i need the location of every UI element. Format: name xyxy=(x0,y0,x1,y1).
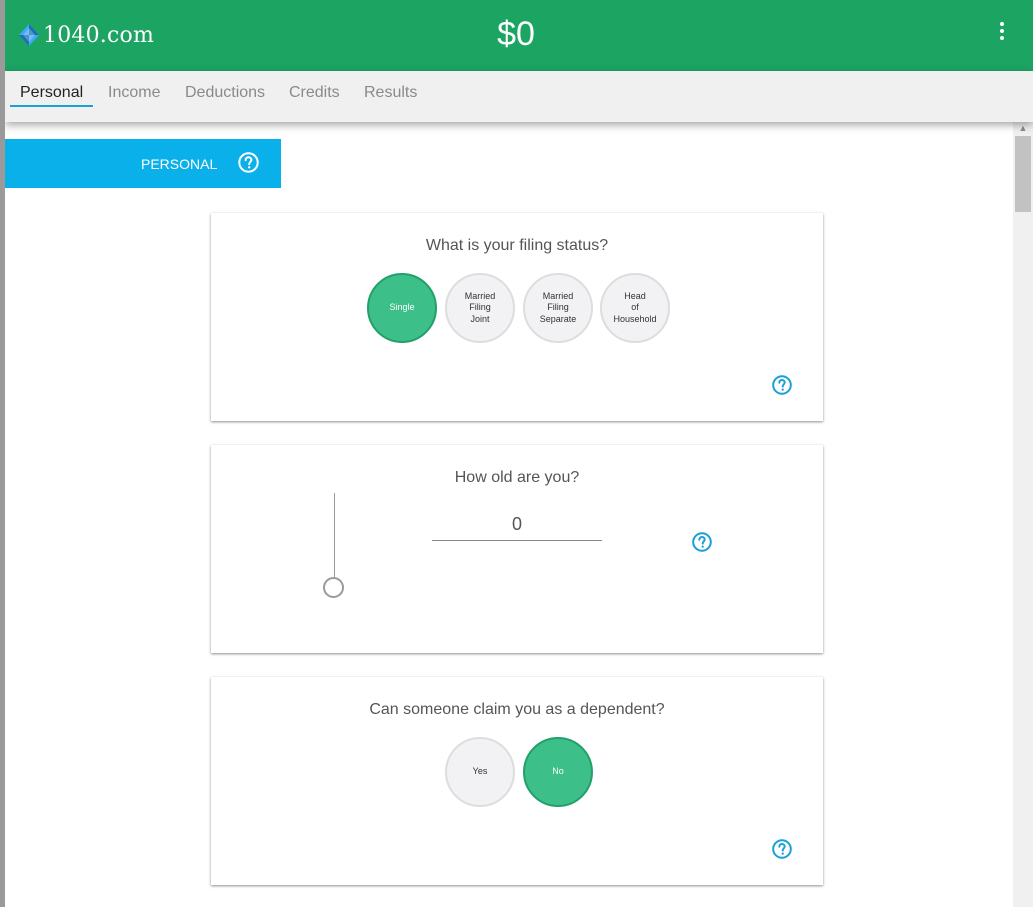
refund-amount: $0 xyxy=(497,15,535,53)
age-question: How old are you? xyxy=(454,469,580,486)
option-head-of-household[interactable]: Head of Household xyxy=(600,273,670,343)
logo-text: 1040.com xyxy=(43,22,155,48)
section-header: PERSONAL xyxy=(5,139,281,188)
age-slider-track[interactable] xyxy=(334,493,335,577)
scrollbar[interactable]: ▲ xyxy=(1013,122,1033,907)
app-window: 1040.com $0 Personal Income Deductions C… xyxy=(5,0,1033,907)
tab-bar: Personal Income Deductions Credits Resul… xyxy=(5,71,1033,122)
age-input[interactable] xyxy=(432,509,602,541)
age-slider-handle[interactable] xyxy=(323,577,344,598)
tab-income[interactable]: Income xyxy=(108,84,160,102)
option-label: Married Filing Joint xyxy=(464,290,496,324)
age-card: How old are you? xyxy=(211,445,823,653)
option-label: Married Filing Separate xyxy=(539,290,577,324)
tab-personal[interactable]: Personal xyxy=(20,84,83,102)
tab-results[interactable]: Results xyxy=(364,84,417,102)
dependent-card: Can someone claim you as a dependent? Ye… xyxy=(211,677,823,885)
help-question-icon[interactable] xyxy=(772,839,792,859)
option-label: Head of Household xyxy=(613,290,657,324)
vertical-dots-icon[interactable] xyxy=(995,22,1009,42)
scroll-thumb[interactable] xyxy=(1015,136,1031,212)
option-no[interactable]: No xyxy=(523,737,593,807)
tab-credits[interactable]: Credits xyxy=(289,84,340,102)
filing-status-card: What is your filing status? Single Marri… xyxy=(211,213,823,421)
option-label: No xyxy=(552,766,564,777)
option-married-filing-separate[interactable]: Married Filing Separate xyxy=(523,273,593,343)
option-label: Yes xyxy=(472,766,488,777)
option-label: Single xyxy=(389,302,415,313)
help-question-icon[interactable] xyxy=(772,375,792,395)
filing-status-question: What is your filing status? xyxy=(425,237,609,254)
tab-deductions[interactable]: Deductions xyxy=(185,84,265,102)
app-header: 1040.com $0 xyxy=(5,0,1033,71)
option-married-filing-joint[interactable]: Married Filing Joint xyxy=(445,273,515,343)
dependent-question: Can someone claim you as a dependent? xyxy=(369,701,665,718)
active-tab-indicator xyxy=(10,105,93,107)
help-question-icon[interactable] xyxy=(238,152,259,173)
help-question-icon[interactable] xyxy=(692,532,712,552)
scroll-up-arrow-icon[interactable]: ▲ xyxy=(1013,122,1033,134)
section-title: PERSONAL xyxy=(141,156,218,172)
option-yes[interactable]: Yes xyxy=(445,737,515,807)
diamond-logo-icon xyxy=(19,24,39,46)
option-single[interactable]: Single xyxy=(367,273,437,343)
logo[interactable]: 1040.com xyxy=(19,22,154,48)
